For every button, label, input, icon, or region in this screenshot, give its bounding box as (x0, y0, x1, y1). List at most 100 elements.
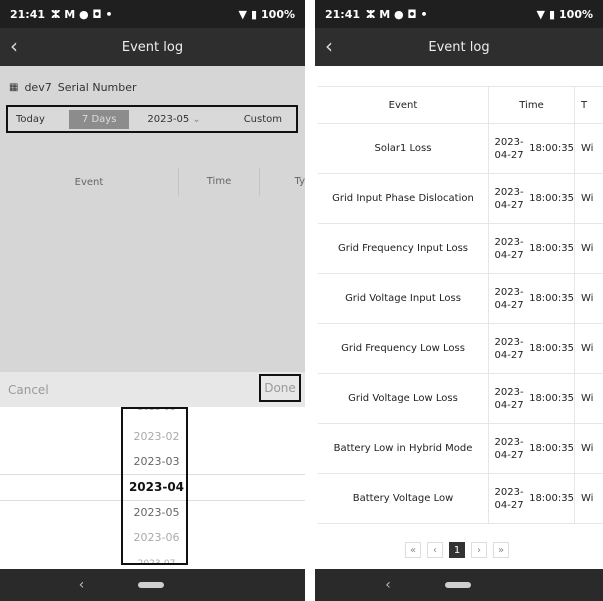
done-button[interactable]: Done (259, 374, 301, 402)
month-picker[interactable]: 2023-01 2023-02 2023-03 2023-04 2023-05 … (0, 407, 305, 569)
header-event: Event (318, 87, 489, 123)
battery-icon: ▮ (548, 7, 556, 21)
event-cell: Grid Frequency Input Loss (318, 224, 489, 273)
date-text: 2023-04-27 (494, 286, 524, 311)
back-arrow-icon[interactable]: ‹ (10, 34, 18, 58)
clock-text: 18:00:35 (529, 243, 574, 254)
custom-button[interactable]: Custom (244, 114, 282, 125)
type-cell: Wi (581, 143, 594, 154)
type-cell: Wi (581, 243, 594, 254)
wifi-icon: ▼ (238, 7, 247, 21)
header-time: Time (178, 168, 259, 196)
event-table: Event Time T Solar1 Loss 2023-04-27 18:00:… (318, 86, 603, 524)
table-row[interactable]: Grid Frequency Low Loss 2023-04-27 18:00:3… (318, 324, 603, 374)
status-time: 21:41 (325, 7, 361, 21)
event-cell: Grid Input Phase Dislocation (318, 174, 489, 223)
clock-text: 18:00:35 (529, 343, 574, 354)
page-title: Event log (121, 39, 184, 55)
title-bar: ‹ Event log (315, 28, 603, 66)
status-bar: 21:41 ⵣ M ● ◘ • ▼ ▮ 100% (315, 0, 603, 28)
pagination: « ‹ 1 › » (405, 542, 509, 558)
next-page-button[interactable]: › (471, 542, 487, 558)
nav-back-icon[interactable]: ‹ (385, 577, 391, 593)
title-bar: ‹ Event log (0, 28, 305, 66)
event-cell: Grid Frequency Low Loss (318, 324, 489, 373)
table-row[interactable]: Grid Input Phase Dislocation 2023-04-27 18… (318, 174, 603, 224)
today-button[interactable]: Today (8, 114, 53, 125)
table-row[interactable]: Grid Voltage Low Loss 2023-04-27 18:00:35 W… (318, 374, 603, 424)
table-header: Event Time T (318, 87, 603, 124)
back-arrow-icon[interactable]: ‹ (325, 34, 333, 58)
header-time: Time (489, 87, 575, 123)
device-name: dev7 (24, 80, 52, 94)
battery-level: 100% (261, 7, 295, 21)
first-page-button[interactable]: « (405, 542, 421, 558)
clock-text: 18:00:35 (529, 493, 574, 504)
header-type: Ty (259, 168, 305, 196)
type-cell: Wi (581, 193, 594, 204)
type-cell: Wi (581, 393, 594, 404)
clock-text: 18:00:35 (529, 193, 574, 204)
device-icon: ▦ (9, 81, 19, 93)
time-cell: 2023-04-27 18:00:35 (489, 224, 575, 273)
type-cell: Wi (581, 293, 594, 304)
status-time: 21:41 (10, 7, 46, 21)
month-value: 2023-05 (147, 113, 190, 125)
serial-number-label: Serial Number (57, 80, 137, 94)
event-cell: Battery Voltage Low (318, 474, 489, 523)
battery-icon: ▮ (250, 7, 258, 21)
nav-back-icon[interactable]: ‹ (79, 577, 85, 593)
type-cell: Wi (581, 343, 594, 354)
event-cell: Solar1 Loss (318, 124, 489, 173)
nav-home-icon[interactable] (444, 582, 471, 588)
left-screen: 21:41 ⵣ M ● ◘ • ▼ ▮ 100% ‹ Event log ▦ d… (0, 0, 305, 601)
status-icons: ⵣ M ● ◘ • (366, 7, 428, 21)
table-row[interactable]: Battery Voltage Low 2023-04-27 18:00:35 Wi (318, 474, 603, 524)
header-type: T (581, 99, 588, 111)
picker-toolbar: Cancel Done (0, 372, 305, 407)
prev-page-button[interactable]: ‹ (427, 542, 443, 558)
date-text: 2023-04-27 (494, 436, 524, 461)
date-text: 2023-04-27 (494, 236, 524, 261)
date-text: 2023-04-27 (494, 186, 524, 211)
nav-home-icon[interactable] (138, 582, 165, 588)
status-bar: 21:41 ⵣ M ● ◘ • ▼ ▮ 100% (0, 0, 305, 28)
clock-text: 18:00:35 (529, 393, 574, 404)
table-row[interactable]: Grid Frequency Input Loss 2023-04-27 18:00… (318, 224, 603, 274)
wifi-icon: ▼ (536, 7, 545, 21)
table-row[interactable]: Solar1 Loss 2023-04-27 18:00:35 Wi (318, 124, 603, 174)
table-row[interactable]: Grid Voltage Input Loss 2023-04-27 18:00:3… (318, 274, 603, 324)
time-cell: 2023-04-27 18:00:35 (489, 324, 575, 373)
type-cell: Wi (581, 493, 594, 504)
status-icons: ⵣ M ● ◘ • (51, 7, 113, 21)
date-text: 2023-04-27 (494, 386, 524, 411)
type-cell: Wi (581, 443, 594, 454)
cancel-button[interactable]: Cancel (8, 383, 49, 397)
seven-days-button[interactable]: 7 Days (68, 109, 130, 129)
clock-text: 18:00:35 (529, 443, 574, 454)
device-row: ▦ dev7 Serial Number (0, 66, 305, 108)
right-screen: 21:41 ⵣ M ● ◘ • ▼ ▮ 100% ‹ Event log Eve… (315, 0, 603, 601)
event-cell: Battery Low in Hybrid Mode (318, 424, 489, 473)
event-cell: Grid Voltage Input Loss (318, 274, 489, 323)
table-header: Event Time Ty (0, 168, 305, 196)
month-selector[interactable]: 2023-05 ⌄ (147, 114, 200, 125)
nav-bar: ‹ (315, 569, 603, 601)
page-title: Event log (428, 39, 490, 55)
event-cell: Grid Voltage Low Loss (318, 374, 489, 423)
clock-text: 18:00:35 (529, 143, 574, 154)
date-text: 2023-04-27 (494, 136, 524, 161)
date-range-selector: Today 7 Days 2023-05 ⌄ Custom (6, 105, 298, 133)
battery-level: 100% (559, 7, 593, 21)
header-event: Event (74, 176, 104, 188)
table-row[interactable]: Battery Low in Hybrid Mode 2023-04-27 18:0… (318, 424, 603, 474)
clock-text: 18:00:35 (529, 293, 574, 304)
picker-highlight-box (121, 407, 188, 565)
time-cell: 2023-04-27 18:00:35 (489, 274, 575, 323)
time-cell: 2023-04-27 18:00:35 (489, 474, 575, 523)
time-cell: 2023-04-27 18:00:35 (489, 424, 575, 473)
date-text: 2023-04-27 (494, 336, 524, 361)
last-page-button[interactable]: » (493, 542, 509, 558)
time-cell: 2023-04-27 18:00:35 (489, 374, 575, 423)
current-page[interactable]: 1 (449, 542, 465, 558)
